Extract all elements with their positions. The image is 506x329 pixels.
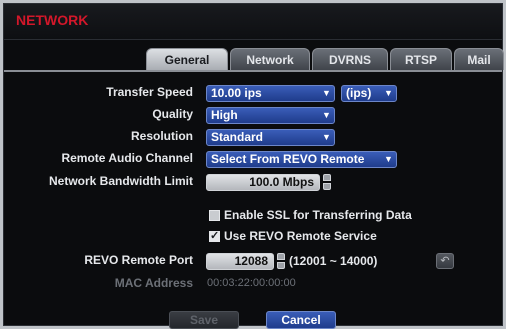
bandwidth-stepper[interactable] [323,174,331,191]
chevron-down-icon: ▼ [322,110,331,120]
revo-service-label: Use REVO Remote Service [224,229,377,243]
revo-port-stepper[interactable] [277,253,285,270]
tab-network[interactable]: Network [230,48,310,70]
tab-dvrns[interactable]: DVRNS [312,48,388,70]
ssl-checkbox[interactable] [209,210,220,221]
revo-port-range: (12001 ~ 14000) [289,254,378,268]
bandwidth-input[interactable]: 100.0 Mbps [206,174,320,191]
dialog-title: NETWORK [16,12,89,28]
quality-label: Quality [152,107,193,121]
quality-dropdown[interactable]: High ▼ [206,107,335,124]
tab-general[interactable]: General [146,48,228,70]
remote-audio-dropdown[interactable]: Select From REVO Remote ▼ [206,151,397,168]
quality-value: High [211,108,238,122]
bandwidth-label: Network Bandwidth Limit [49,174,193,188]
chevron-down-icon: ▼ [384,154,393,164]
revo-service-checkbox[interactable] [209,229,220,242]
undo-icon[interactable]: ↶ [436,253,454,269]
mac-label: MAC Address [114,276,193,290]
cancel-button[interactable]: Cancel [266,311,336,329]
tab-rtsp[interactable]: RTSP [390,48,452,70]
revo-port-label: REVO Remote Port [84,253,193,267]
chevron-down-icon: ▼ [384,88,393,98]
resolution-label: Resolution [131,129,193,143]
stepper-down-icon[interactable] [277,262,285,269]
remote-audio-value: Select From REVO Remote [211,152,365,166]
save-button[interactable]: Save [169,311,239,329]
network-dialog: NETWORK General Network DVRNS RTSP Mail … [3,3,504,329]
resolution-value: Standard [211,130,264,144]
revo-port-input[interactable]: 12088 [206,253,274,270]
chevron-down-icon: ▼ [322,88,331,98]
chevron-down-icon: ▼ [322,132,331,142]
stepper-down-icon[interactable] [323,183,331,190]
transfer-unit-value: (ips) [346,86,372,100]
stepper-up-icon[interactable] [277,253,285,260]
transfer-speed-value: 10.00 ips [211,86,262,100]
remote-audio-label: Remote Audio Channel [61,151,193,165]
transfer-speed-dropdown[interactable]: 10.00 ips ▼ [206,85,335,102]
ssl-label: Enable SSL for Transferring Data [224,208,412,222]
transfer-speed-label: Transfer Speed [106,85,193,99]
title-bar: NETWORK [4,4,502,40]
stepper-up-icon[interactable] [323,174,331,181]
tab-mail[interactable]: Mail [454,48,504,70]
resolution-dropdown[interactable]: Standard ▼ [206,129,335,146]
tab-strip: General Network DVRNS RTSP Mail [4,48,504,72]
mac-value: 00:03:22:00:00:00 [207,277,296,289]
transfer-unit-dropdown[interactable]: (ips) ▼ [341,85,397,102]
